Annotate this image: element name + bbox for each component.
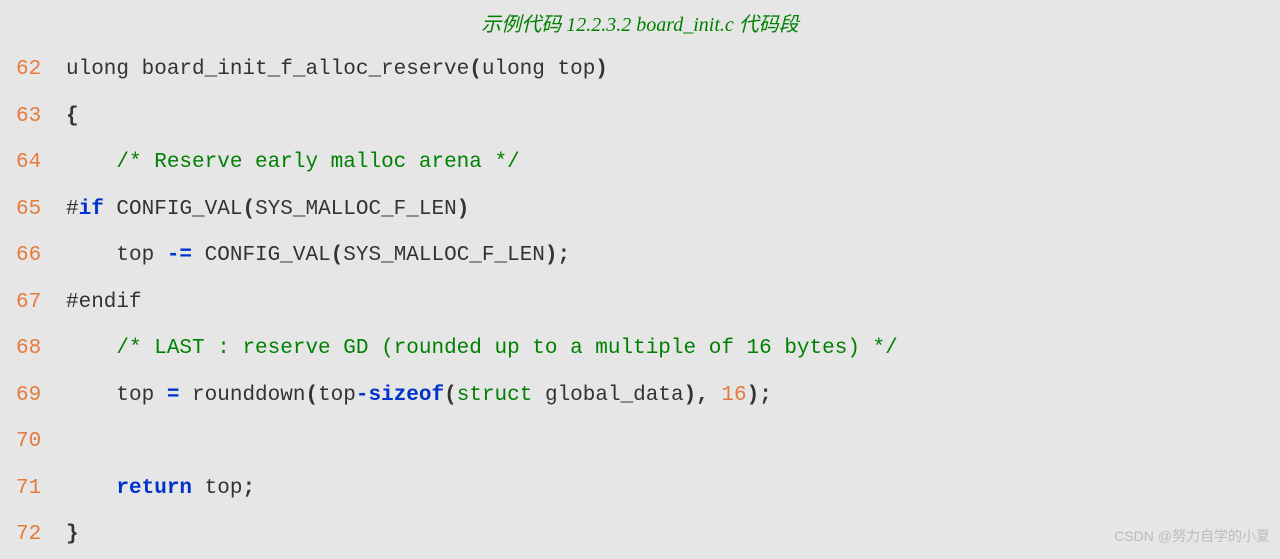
line-content: return top; bbox=[66, 466, 1280, 513]
code-line: 62 ulong board_init_f_alloc_reserve(ulon… bbox=[16, 47, 1280, 94]
line-number: 67 bbox=[16, 280, 66, 327]
line-content: ulong board_init_f_alloc_reserve(ulong t… bbox=[66, 47, 1280, 94]
code-line: 67 #endif bbox=[16, 280, 1280, 327]
code-title: 示例代码 12.2.3.2 board_init.c 代码段 bbox=[0, 8, 1280, 37]
line-number: 69 bbox=[16, 373, 66, 420]
line-number: 71 bbox=[16, 466, 66, 513]
line-content: { bbox=[66, 94, 1280, 141]
line-number: 66 bbox=[16, 233, 66, 280]
code-line: 70 bbox=[16, 419, 1280, 466]
line-content: top -= CONFIG_VAL(SYS_MALLOC_F_LEN); bbox=[66, 233, 1280, 280]
line-number: 68 bbox=[16, 326, 66, 373]
code-line: 69 top = rounddown(top-sizeof(struct glo… bbox=[16, 373, 1280, 420]
line-number: 62 bbox=[16, 47, 66, 94]
code-line: 66 top -= CONFIG_VAL(SYS_MALLOC_F_LEN); bbox=[16, 233, 1280, 280]
code-block: 62 ulong board_init_f_alloc_reserve(ulon… bbox=[0, 47, 1280, 559]
line-number: 70 bbox=[16, 419, 66, 466]
line-content: #endif bbox=[66, 280, 1280, 327]
code-line: 64 /* Reserve early malloc arena */ bbox=[16, 140, 1280, 187]
line-number: 65 bbox=[16, 187, 66, 234]
line-content: /* LAST : reserve GD (rounded up to a mu… bbox=[66, 326, 1280, 373]
watermark: CSDN @努力自学的小夏 bbox=[1114, 526, 1270, 546]
line-content: #if CONFIG_VAL(SYS_MALLOC_F_LEN) bbox=[66, 187, 1280, 234]
code-line: 65 #if CONFIG_VAL(SYS_MALLOC_F_LEN) bbox=[16, 187, 1280, 234]
line-content: /* Reserve early malloc arena */ bbox=[66, 140, 1280, 187]
code-line: 63 { bbox=[16, 94, 1280, 141]
line-content: top = rounddown(top-sizeof(struct global… bbox=[66, 373, 1280, 420]
code-line: 71 return top; bbox=[16, 466, 1280, 513]
line-number: 64 bbox=[16, 140, 66, 187]
code-line: 68 /* LAST : reserve GD (rounded up to a… bbox=[16, 326, 1280, 373]
line-content bbox=[66, 419, 1280, 466]
line-number: 63 bbox=[16, 94, 66, 141]
